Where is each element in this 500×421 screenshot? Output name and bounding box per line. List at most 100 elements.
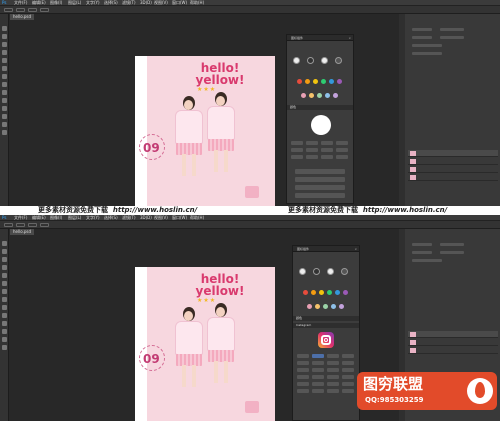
grid-cell[interactable] xyxy=(312,361,324,365)
property-field[interactable] xyxy=(412,28,432,31)
color-swatch[interactable] xyxy=(329,79,334,84)
grid-cell[interactable] xyxy=(306,148,318,152)
layer-row[interactable] xyxy=(408,339,498,346)
color-swatch[interactable] xyxy=(303,290,308,295)
grid-cell[interactable] xyxy=(321,141,333,145)
zoom-tool-icon[interactable] xyxy=(2,345,7,350)
grid-cell[interactable] xyxy=(297,354,309,358)
property-field[interactable] xyxy=(440,28,464,31)
type-tool-icon[interactable] xyxy=(2,106,7,111)
color-swatch[interactable] xyxy=(343,290,348,295)
option-toggle[interactable] xyxy=(16,8,25,12)
color-swatch[interactable] xyxy=(305,79,310,84)
color-swatch[interactable] xyxy=(311,290,316,295)
instagram-icon[interactable] xyxy=(318,332,334,348)
grid-cell[interactable] xyxy=(336,141,348,145)
gradient-tool-icon[interactable] xyxy=(2,90,7,95)
plugin-action-button[interactable] xyxy=(295,185,345,190)
property-field[interactable] xyxy=(440,36,464,39)
plugin-action-button[interactable] xyxy=(295,169,345,174)
color-swatch[interactable] xyxy=(321,79,326,84)
layer-row[interactable] xyxy=(408,166,498,173)
option-toggle[interactable] xyxy=(28,223,37,227)
grid-cell[interactable] xyxy=(327,354,339,358)
crop-tool-icon[interactable] xyxy=(2,265,7,270)
color-swatch[interactable] xyxy=(327,290,332,295)
color-swatch[interactable] xyxy=(313,79,318,84)
color-swatch[interactable] xyxy=(297,79,302,84)
layer-row[interactable] xyxy=(408,158,498,165)
tool-preset-picker[interactable] xyxy=(4,8,13,12)
grid-cell[interactable] xyxy=(327,382,339,386)
shape-tool-icon[interactable] xyxy=(2,329,7,334)
brush-tool-icon[interactable] xyxy=(2,66,7,71)
pen-tool-icon[interactable] xyxy=(2,313,7,318)
color-swatch[interactable] xyxy=(335,290,340,295)
grid-cell[interactable] xyxy=(327,375,339,379)
colors-section-header[interactable]: 颜色 xyxy=(287,105,353,110)
property-field[interactable] xyxy=(412,243,432,246)
style-icon[interactable] xyxy=(341,268,348,275)
grid-cell[interactable] xyxy=(336,155,348,159)
color-swatch[interactable] xyxy=(331,304,336,309)
shape-tool-icon[interactable] xyxy=(2,114,7,119)
lasso-tool-icon[interactable] xyxy=(2,257,7,262)
color-swatch[interactable] xyxy=(307,304,312,309)
grid-cell[interactable] xyxy=(306,141,318,145)
color-swatch[interactable] xyxy=(333,93,338,98)
close-icon[interactable]: × xyxy=(348,35,351,41)
color-swatch[interactable] xyxy=(317,93,322,98)
pen-tool-icon[interactable] xyxy=(2,98,7,103)
grid-cell[interactable] xyxy=(321,155,333,159)
style-icon[interactable] xyxy=(299,268,306,275)
property-field[interactable] xyxy=(412,52,442,55)
style-icon[interactable] xyxy=(313,268,320,275)
grid-cell[interactable] xyxy=(327,361,339,365)
grid-cell[interactable] xyxy=(312,389,324,393)
move-tool-icon[interactable] xyxy=(2,26,7,31)
color-swatch[interactable] xyxy=(319,290,324,295)
style-icon[interactable] xyxy=(335,57,342,64)
grid-cell[interactable] xyxy=(291,141,303,145)
grid-cell[interactable] xyxy=(342,361,354,365)
plugin-action-button[interactable] xyxy=(295,193,345,198)
hand-tool-icon[interactable] xyxy=(2,337,7,342)
crop-tool-icon[interactable] xyxy=(2,50,7,55)
zoom-tool-icon[interactable] xyxy=(2,130,7,135)
layer-row[interactable] xyxy=(408,174,498,181)
tool-preset-picker[interactable] xyxy=(4,223,13,227)
plugin-action-button[interactable] xyxy=(295,177,345,182)
type-tool-icon[interactable] xyxy=(2,321,7,326)
color-swatch[interactable] xyxy=(325,93,330,98)
option-toggle[interactable] xyxy=(40,8,49,12)
property-field[interactable] xyxy=(440,251,464,254)
grid-cell[interactable] xyxy=(297,382,309,386)
color-swatch[interactable] xyxy=(323,304,328,309)
eraser-tool-icon[interactable] xyxy=(2,297,7,302)
option-toggle[interactable] xyxy=(40,223,49,227)
color-swatch[interactable] xyxy=(315,304,320,309)
color-swatch[interactable] xyxy=(337,79,342,84)
layer-row[interactable] xyxy=(408,150,498,157)
marquee-tool-icon[interactable] xyxy=(2,34,7,39)
property-field[interactable] xyxy=(412,251,432,254)
color-swatch[interactable] xyxy=(339,304,344,309)
marquee-tool-icon[interactable] xyxy=(2,249,7,254)
stamp-tool-icon[interactable] xyxy=(2,289,7,294)
grid-cell[interactable] xyxy=(291,155,303,159)
grid-cell[interactable] xyxy=(291,148,303,152)
color-swatch[interactable] xyxy=(301,93,306,98)
style-icon[interactable] xyxy=(293,57,300,64)
move-tool-icon[interactable] xyxy=(2,241,7,246)
grid-cell[interactable] xyxy=(312,382,324,386)
grid-cell[interactable] xyxy=(321,148,333,152)
canvas-document[interactable]: hello! yellow! ★★★ 09 xyxy=(135,267,275,421)
property-field[interactable] xyxy=(412,44,442,47)
colors-section-header[interactable]: 颜色 xyxy=(293,316,359,321)
property-field[interactable] xyxy=(440,243,464,246)
gradient-tool-icon[interactable] xyxy=(2,305,7,310)
layer-row[interactable] xyxy=(408,347,498,354)
style-icon[interactable] xyxy=(327,268,334,275)
eraser-tool-icon[interactable] xyxy=(2,82,7,87)
grid-cell[interactable] xyxy=(306,155,318,159)
